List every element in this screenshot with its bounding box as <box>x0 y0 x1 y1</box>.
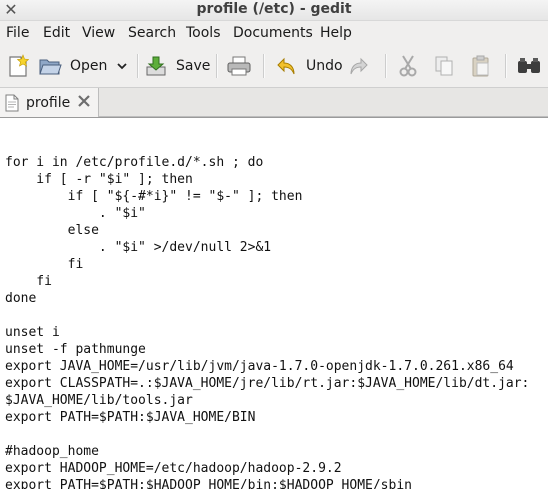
new-document-icon <box>9 54 29 77</box>
code-line[interactable]: fi <box>5 273 529 290</box>
new-document-button[interactable] <box>7 52 29 80</box>
toolbar-separator <box>137 54 139 78</box>
code-line[interactable]: if [ "${-#*i}" != "$-" ]; then <box>5 188 529 205</box>
code-line[interactable]: if [ -r "$i" ]; then <box>5 171 529 188</box>
copy-button[interactable] <box>433 52 455 80</box>
code-line[interactable] <box>5 137 529 154</box>
code-line[interactable]: export PATH=$PATH:$HADOOP_HOME/bin:$HADO… <box>5 477 529 489</box>
menu-view[interactable]: View <box>82 24 115 42</box>
code-line[interactable]: for i in /etc/profile.d/*.sh ; do <box>5 154 529 171</box>
code-line[interactable]: export PATH=$PATH:$JAVA_HOME/BIN <box>5 409 529 426</box>
cut-icon <box>399 55 417 77</box>
code-line[interactable]: unset i <box>5 324 529 341</box>
tab-bar: profile <box>0 88 548 117</box>
tab-profile[interactable]: profile <box>0 88 99 117</box>
find-icon <box>518 58 540 73</box>
title-bar: ✕ profile (/etc) - gedit <box>0 0 548 21</box>
menu-search[interactable]: Search <box>128 24 176 42</box>
code-line[interactable]: . "$i" <box>5 205 529 222</box>
print-button[interactable] <box>226 52 252 80</box>
code-line[interactable] <box>5 307 529 324</box>
paste-button[interactable] <box>470 52 492 80</box>
code-line[interactable]: else <box>5 222 529 239</box>
menu-file[interactable]: File <box>6 24 29 42</box>
undo-label: Undo <box>306 58 343 74</box>
code-line[interactable]: export CLASSPATH=.:$JAVA_HOME/jre/lib/rt… <box>5 375 529 392</box>
code-content[interactable]: for i in /etc/profile.d/*.sh ; do if [ -… <box>5 137 529 489</box>
menu-edit[interactable]: Edit <box>43 24 70 42</box>
open-icon <box>39 59 62 75</box>
toolbar-separator <box>385 54 387 78</box>
print-icon <box>227 56 251 76</box>
tab-label: profile <box>26 94 71 111</box>
text-document-icon <box>5 94 19 111</box>
dropdown-arrow-icon <box>117 63 127 70</box>
save-button[interactable]: Save <box>144 52 210 80</box>
save-label: Save <box>176 58 211 74</box>
code-line[interactable]: done <box>5 290 529 307</box>
redo-button[interactable] <box>347 52 369 80</box>
code-line[interactable] <box>5 426 529 443</box>
copy-icon <box>435 56 453 76</box>
toolbar-separator <box>216 54 218 78</box>
code-line[interactable]: #hadoop_home <box>5 443 529 460</box>
menu-documents[interactable]: Documents <box>233 24 313 42</box>
text-editor[interactable]: for i in /etc/profile.d/*.sh ; do if [ -… <box>0 117 548 489</box>
open-recent-dropdown[interactable] <box>116 52 128 80</box>
open-button[interactable]: Open <box>38 52 107 80</box>
menu-tools[interactable]: Tools <box>186 24 221 42</box>
undo-icon <box>277 57 295 75</box>
code-line[interactable]: export JAVA_HOME=/usr/lib/jvm/java-1.7.0… <box>5 358 529 375</box>
undo-button[interactable]: Undo <box>276 52 343 80</box>
paste-icon <box>472 55 489 77</box>
open-label: Open <box>70 58 108 74</box>
toolbar-separator <box>263 54 265 78</box>
find-button[interactable] <box>516 52 542 80</box>
toolbar: Open Save Undo <box>0 44 548 88</box>
code-line[interactable]: $JAVA_HOME/lib/tools.jar <box>5 392 529 409</box>
redo-icon <box>350 57 368 75</box>
window-title: profile (/etc) - gedit <box>196 1 352 17</box>
code-line[interactable]: export HADOOP_HOME=/etc/hadoop/hadoop-2.… <box>5 460 529 477</box>
toolbar-separator <box>505 54 507 78</box>
menu-bar: File Edit View Search Tools Documents He… <box>0 21 548 44</box>
menu-help[interactable]: Help <box>320 24 352 42</box>
cut-button[interactable] <box>397 52 419 80</box>
close-icon[interactable] <box>77 94 91 108</box>
code-line[interactable]: . "$i" >/dev/null 2>&1 <box>5 239 529 256</box>
code-line[interactable]: unset -f pathmunge <box>5 341 529 358</box>
save-icon <box>146 56 166 76</box>
code-line[interactable]: fi <box>5 256 529 273</box>
